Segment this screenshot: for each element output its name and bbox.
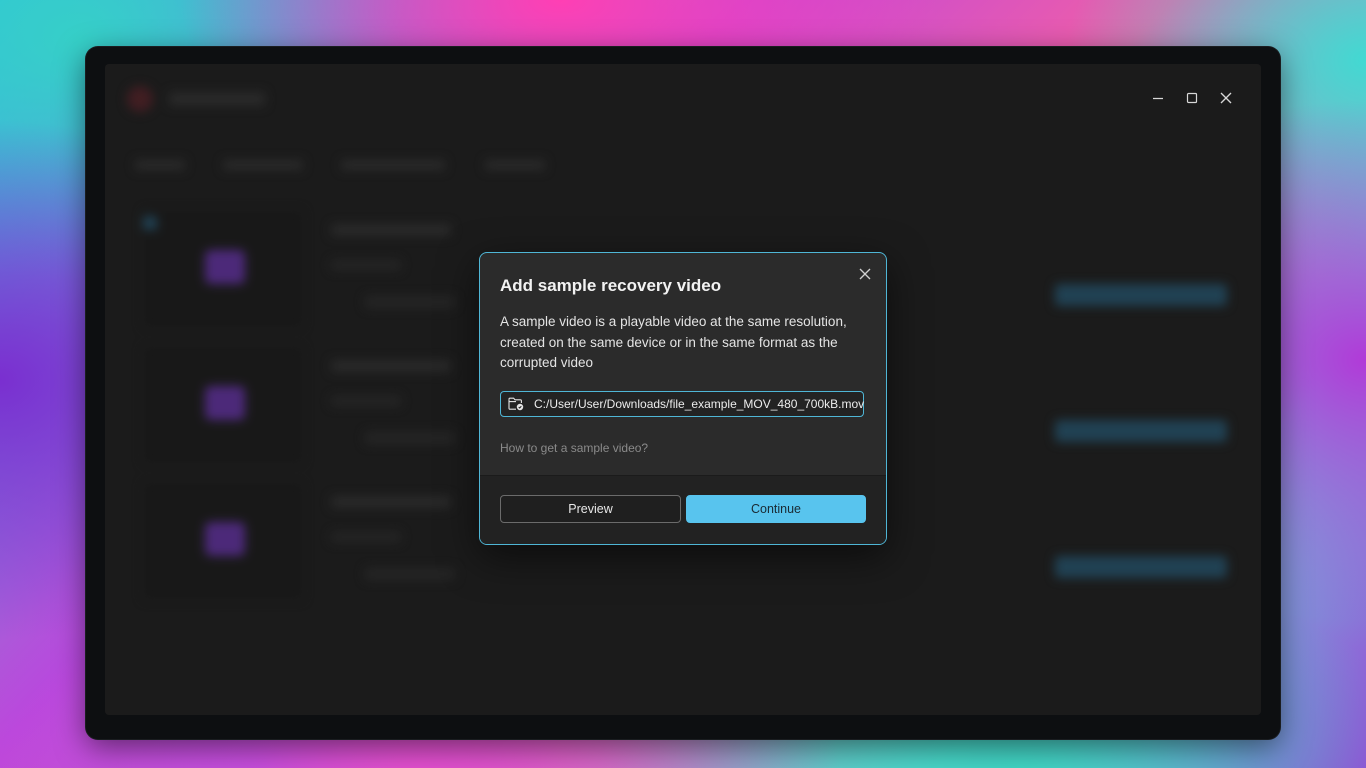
dialog-description: A sample video is a playable video at th… (500, 314, 847, 370)
sample-video-path-field[interactable]: C:/User/User/Downloads/file_example_MOV_… (500, 391, 864, 417)
window-controls (1141, 84, 1243, 112)
folder-icon[interactable] (508, 397, 524, 411)
how-to-get-sample-link[interactable]: How to get a sample video? (500, 441, 648, 455)
continue-button[interactable]: Continue (686, 495, 866, 523)
maximize-icon (1186, 92, 1198, 104)
file-path-value: C:/User/User/Downloads/file_example_MOV_… (534, 397, 865, 411)
window-close-button[interactable] (1209, 84, 1243, 112)
minimize-button[interactable] (1141, 84, 1175, 112)
close-icon (859, 268, 871, 280)
close-icon (1220, 92, 1232, 104)
minimize-icon (1153, 97, 1163, 100)
dialog-footer: Preview Continue (480, 475, 886, 544)
maximize-button[interactable] (1175, 84, 1209, 112)
add-sample-video-dialog: Add sample recovery video A sample video… (479, 252, 887, 545)
preview-button[interactable]: Preview (500, 495, 681, 523)
dialog-close-button[interactable] (854, 263, 876, 285)
dialog-title: Add sample recovery video (500, 276, 722, 295)
